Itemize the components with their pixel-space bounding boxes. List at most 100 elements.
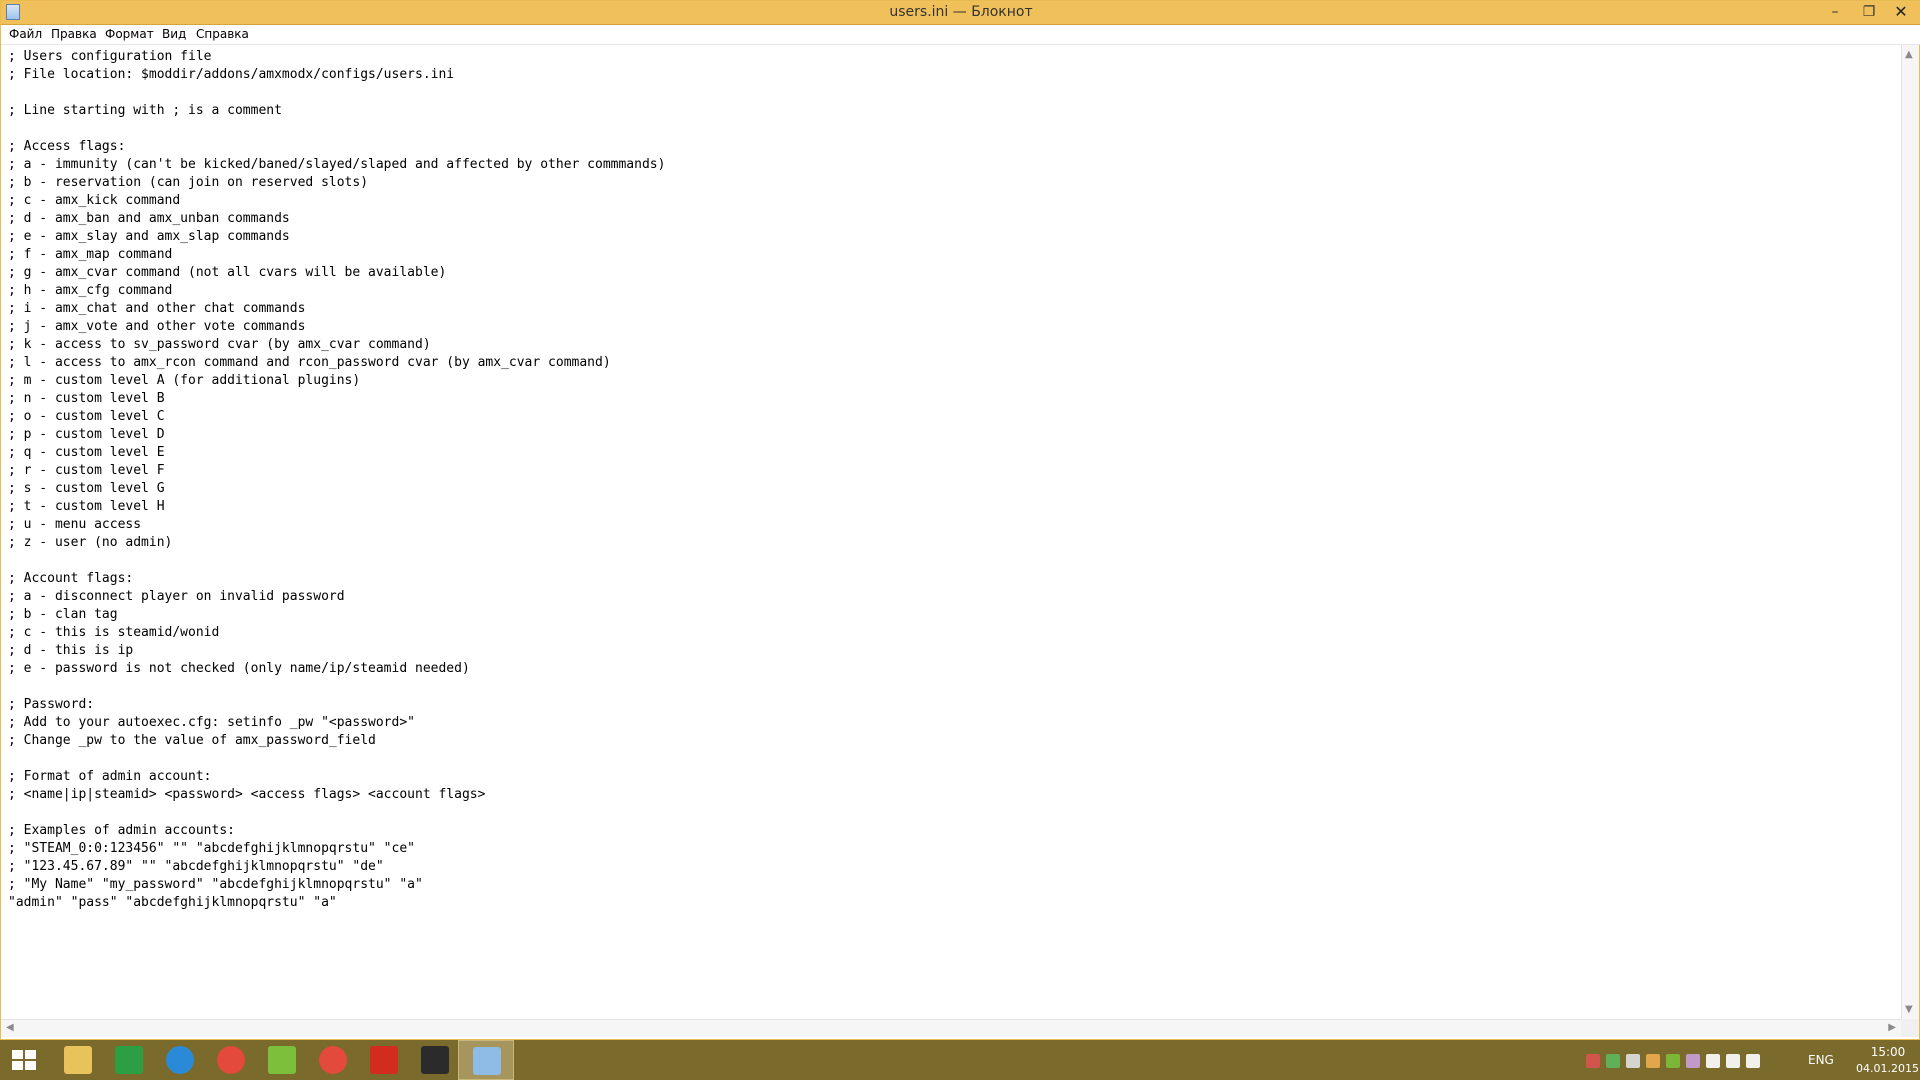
text-line[interactable]: ; b - clan tag [8, 606, 665, 624]
text-line[interactable]: ; Add to your autoexec.cfg: setinfo _pw … [8, 714, 665, 732]
taskbar-app-button[interactable] [356, 1040, 412, 1080]
text-line[interactable]: ; d - amx_ban and amx_unban commands [8, 210, 665, 228]
text-line[interactable]: ; d - this is ip [8, 642, 665, 660]
scroll-left-icon[interactable]: ◀ [6, 1022, 14, 1033]
vertical-scrollbar[interactable]: ▲ ▼ [1901, 45, 1919, 1019]
notepad-icon [473, 1047, 501, 1075]
nvidia-icon[interactable] [1606, 1054, 1620, 1068]
window-title: users.ini — Блокнот [889, 4, 1033, 20]
start-button[interactable] [0, 1040, 48, 1080]
menu-format[interactable]: Формат [105, 27, 154, 41]
text-line[interactable]: ; o - custom level C [8, 408, 665, 426]
text-line[interactable]: ; t - custom level H [8, 498, 665, 516]
minimize-button[interactable]: – [1819, 1, 1851, 23]
menu-file[interactable]: Файл [9, 27, 42, 41]
text-line[interactable]: ; g - amx_cvar command (not all cvars wi… [8, 264, 665, 282]
text-line[interactable]: ; f - amx_map command [8, 246, 665, 264]
taskbar-app-button[interactable] [305, 1040, 361, 1080]
text-line[interactable]: ; "My Name" "my_password" "abcdefghijklm… [8, 876, 665, 894]
text-line[interactable]: ; l - access to amx_rcon command and rco… [8, 354, 665, 372]
text-line[interactable]: ; e - password is not checked (only name… [8, 660, 665, 678]
mail-icon [166, 1046, 194, 1074]
menu-help[interactable]: Справка [196, 27, 249, 41]
store-icon [115, 1046, 143, 1074]
text-line[interactable]: ; k - access to sv_password cvar (by amx… [8, 336, 665, 354]
office-icon[interactable] [1646, 1054, 1660, 1068]
text-line[interactable]: ; e - amx_slay and amx_slap commands [8, 228, 665, 246]
file-explorer-icon [64, 1046, 92, 1074]
scroll-down-icon[interactable]: ▼ [1905, 1004, 1913, 1015]
text-line[interactable] [8, 678, 665, 696]
menu-view[interactable]: Вид [162, 27, 186, 41]
text-line[interactable]: ; Line starting with ; is a comment [8, 102, 665, 120]
horizontal-scrollbar[interactable]: ◀ ▶ [1, 1019, 1901, 1037]
text-line[interactable]: ; q - custom level E [8, 444, 665, 462]
text-line[interactable]: ; "123.45.67.89" "" "abcdefghijklmnopqrs… [8, 858, 665, 876]
taskbar-app-button[interactable] [101, 1040, 157, 1080]
text-line[interactable]: ; a - immunity (can't be kicked/baned/sl… [8, 156, 665, 174]
menu-edit[interactable]: Правка [51, 27, 97, 41]
kaspersky-icon[interactable] [1586, 1054, 1600, 1068]
notepad-window: users.ini — Блокнот – ❐ ✕ Файл Правка Фо… [0, 0, 1920, 1040]
text-line[interactable]: ; Access flags: [8, 138, 665, 156]
update-icon[interactable] [1626, 1054, 1640, 1068]
scroll-right-icon[interactable]: ▶ [1888, 1022, 1896, 1033]
clock-date[interactable]: 04.01.2015 [1856, 1062, 1919, 1075]
title-bar[interactable]: users.ini — Блокнот – ❐ ✕ [1, 1, 1920, 25]
text-line[interactable] [8, 84, 665, 102]
menu-bar: Файл Правка Формат Вид Справка [1, 25, 1920, 45]
text-line[interactable]: ; s - custom level G [8, 480, 665, 498]
text-line[interactable]: ; Change _pw to the value of amx_passwor… [8, 732, 665, 750]
taskbar-app-button[interactable] [152, 1040, 208, 1080]
clock-time[interactable]: 15:00 [1862, 1045, 1914, 1059]
text-line[interactable]: ; c - amx_kick command [8, 192, 665, 210]
text-line[interactable] [8, 750, 665, 768]
taskbar-app-button[interactable] [203, 1040, 259, 1080]
text-line[interactable]: ; i - amx_chat and other chat commands [8, 300, 665, 318]
text-line[interactable]: ; File location: $moddir/addons/amxmodx/… [8, 66, 665, 84]
taskbar-app-button[interactable] [50, 1040, 106, 1080]
text-line[interactable] [8, 804, 665, 822]
taskbar-app-button[interactable] [458, 1040, 514, 1080]
text-editor[interactable]: ; Users configuration file; File locatio… [1, 45, 1901, 1019]
text-line[interactable]: ; Examples of admin accounts: [8, 822, 665, 840]
counter-strike-icon [421, 1046, 449, 1074]
text-line[interactable]: ; n - custom level B [8, 390, 665, 408]
utorrent-icon [268, 1046, 296, 1074]
text-line[interactable]: ; Users configuration file [8, 48, 665, 66]
text-line[interactable]: ; Account flags: [8, 570, 665, 588]
text-line[interactable]: ; j - amx_vote and other vote commands [8, 318, 665, 336]
text-line[interactable]: ; Password: [8, 696, 665, 714]
half-life-icon [370, 1046, 398, 1074]
text-line[interactable]: ; r - custom level F [8, 462, 665, 480]
language-indicator[interactable]: ENG [1808, 1053, 1834, 1067]
taskbar: ENG 15:00 04.01.2015 [0, 1040, 1920, 1080]
chrome-icon [319, 1046, 347, 1074]
text-line[interactable]: "admin" "pass" "abcdefghijklmnopqrstu" "… [8, 894, 665, 912]
text-line[interactable]: ; p - custom level D [8, 426, 665, 444]
editor-content[interactable]: ; Users configuration file; File locatio… [8, 48, 665, 912]
text-line[interactable]: ; Format of admin account: [8, 768, 665, 786]
text-line[interactable] [8, 552, 665, 570]
text-line[interactable]: ; b - reservation (can join on reserved … [8, 174, 665, 192]
text-line[interactable] [8, 120, 665, 138]
taskbar-app-button[interactable] [254, 1040, 310, 1080]
flag-icon[interactable] [1706, 1054, 1720, 1068]
volume-icon[interactable] [1746, 1054, 1760, 1068]
windows-logo-icon [12, 1050, 36, 1070]
scroll-up-icon[interactable]: ▲ [1905, 49, 1913, 60]
text-line[interactable]: ; z - user (no admin) [8, 534, 665, 552]
text-line[interactable]: ; "STEAM_0:0:123456" "" "abcdefghijklmno… [8, 840, 665, 858]
app-icon[interactable] [1686, 1054, 1700, 1068]
text-line[interactable]: ; m - custom level A (for additional plu… [8, 372, 665, 390]
utorrent-icon[interactable] [1666, 1054, 1680, 1068]
close-button[interactable]: ✕ [1881, 1, 1920, 23]
text-line[interactable]: ; <name|ip|steamid> <password> <access f… [8, 786, 665, 804]
text-line[interactable]: ; c - this is steamid/wonid [8, 624, 665, 642]
text-line[interactable]: ; u - menu access [8, 516, 665, 534]
text-line[interactable]: ; h - amx_cfg command [8, 282, 665, 300]
taskbar-app-button[interactable] [407, 1040, 463, 1080]
text-line[interactable]: ; a - disconnect player on invalid passw… [8, 588, 665, 606]
network-icon[interactable] [1726, 1054, 1740, 1068]
scroll-corner [1901, 1019, 1919, 1037]
